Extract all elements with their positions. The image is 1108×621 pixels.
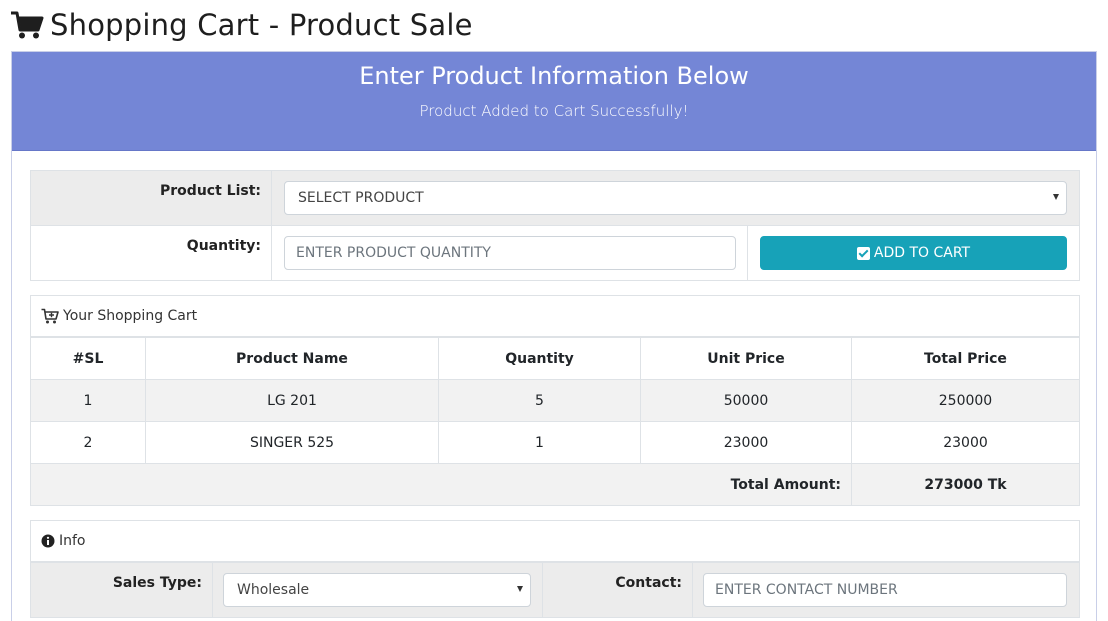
quantity-input[interactable]: ENTER PRODUCT QUANTITY <box>284 236 736 270</box>
product-list-label: Product List: <box>30 170 272 226</box>
sales-type-value: Wholesale <box>237 582 310 598</box>
success-message: Product Added to Cart Successfully! <box>419 102 689 120</box>
total-row: Total Amount: 273000 Tk <box>30 463 1080 506</box>
total-amount-label: Total Amount: <box>30 463 852 506</box>
row-total-price: 250000 <box>851 379 1080 422</box>
row-unit-price: 50000 <box>640 379 852 422</box>
cart-plus-icon <box>41 308 59 324</box>
column-header-product-name: Product Name <box>145 337 439 380</box>
row-quantity: 1 <box>438 421 641 464</box>
chevron-down-icon <box>517 586 523 592</box>
column-header-unit-price: Unit Price <box>640 337 852 380</box>
info-heading: Info <box>30 520 1080 562</box>
contact-placeholder: ENTER CONTACT NUMBER <box>715 582 898 598</box>
cart-header-row: #SL Product Name Quantity Unit Price Tot… <box>30 337 1080 380</box>
column-header-quantity: Quantity <box>438 337 641 380</box>
contact-input[interactable]: ENTER CONTACT NUMBER <box>703 573 1067 607</box>
quantity-placeholder: ENTER PRODUCT QUANTITY <box>296 245 491 261</box>
page-title: Shopping Cart - Product Sale <box>10 6 473 44</box>
cart-heading: Your Shopping Cart <box>30 295 1080 337</box>
sales-type-label: Sales Type: <box>30 562 213 618</box>
sales-type-select[interactable]: Wholesale <box>223 573 531 607</box>
table-row: 1 LG 201 5 50000 250000 <box>30 379 1080 422</box>
row-product: LG 201 <box>145 379 439 422</box>
add-to-cart-label: ADD TO CART <box>873 245 971 261</box>
row-unit-price: 23000 <box>640 421 852 464</box>
column-header-sl: #SL <box>30 337 146 380</box>
page-title-text: Shopping Cart - Product Sale <box>50 8 473 42</box>
chevron-down-icon <box>1053 194 1059 200</box>
cart-table: #SL Product Name Quantity Unit Price Tot… <box>30 337 1080 506</box>
contact-label: Contact: <box>542 562 693 618</box>
quantity-label: Quantity: <box>30 225 272 281</box>
row-total-price: 23000 <box>851 421 1080 464</box>
column-header-total-price: Total Price <box>851 337 1080 380</box>
row-sl: 2 <box>30 421 146 464</box>
row-product: SINGER 525 <box>145 421 439 464</box>
info-icon <box>41 534 55 548</box>
add-to-cart-button[interactable]: ADD TO CART <box>760 236 1067 270</box>
info-heading-text: Info <box>59 533 86 549</box>
total-amount-value: 273000 Tk <box>851 463 1080 506</box>
check-square-icon <box>856 246 870 260</box>
product-select-value: SELECT PRODUCT <box>298 190 424 206</box>
row-sl: 1 <box>30 379 146 422</box>
card-header: Enter Product Information Below Product … <box>12 52 1096 151</box>
row-quantity: 5 <box>438 379 641 422</box>
shopping-cart-icon <box>11 11 44 39</box>
product-sale-card: Enter Product Information Below Product … <box>11 51 1097 621</box>
cart-heading-text: Your Shopping Cart <box>63 308 198 324</box>
header-title: Enter Product Information Below <box>359 62 749 90</box>
table-row: 2 SINGER 525 1 23000 23000 <box>30 421 1080 464</box>
product-select[interactable]: SELECT PRODUCT <box>284 181 1067 215</box>
